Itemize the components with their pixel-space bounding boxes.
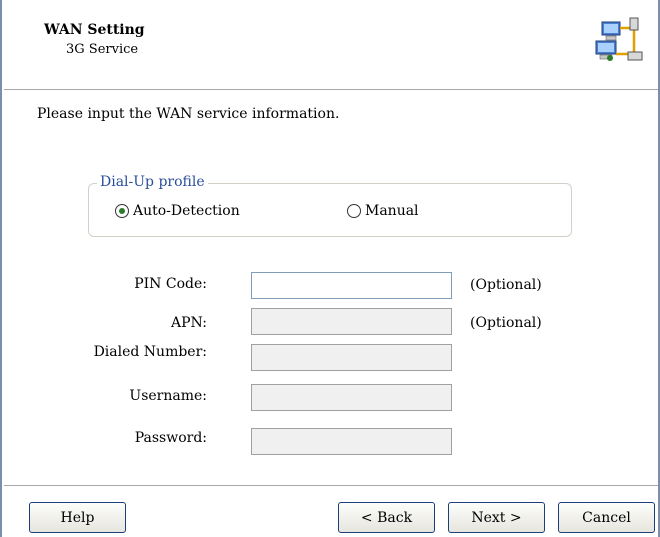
dialed-number-input[interactable] (251, 344, 452, 371)
pin-code-optional-note: (Optional) (470, 277, 542, 293)
pin-code-label: PIN Code: (134, 276, 207, 292)
apn-optional-note: (Optional) (470, 315, 542, 331)
username-input[interactable] (251, 384, 452, 411)
help-button[interactable]: Help (29, 502, 126, 533)
cancel-button[interactable]: Cancel (558, 502, 655, 533)
page-subtitle: 3G Service (66, 42, 139, 57)
radio-unchecked-icon (347, 204, 361, 218)
password-label: Password: (134, 430, 207, 446)
network-computers-icon (595, 17, 643, 61)
manual-radio[interactable]: Manual (347, 203, 419, 219)
dialed-number-label: Dialed Number: (93, 344, 207, 360)
username-label: Username: (129, 388, 207, 404)
auto-detection-radio[interactable]: Auto-Detection (115, 203, 240, 219)
apn-label: APN: (171, 315, 207, 331)
password-input[interactable] (251, 428, 452, 455)
intro-text: Please input the WAN service information… (37, 106, 340, 122)
auto-detection-label: Auto-Detection (133, 203, 240, 219)
wizard-header: WAN Setting 3G Service (4, 0, 658, 90)
next-button[interactable]: Next > (448, 502, 545, 533)
apn-input[interactable] (251, 308, 452, 335)
manual-label: Manual (365, 203, 419, 219)
pin-code-input[interactable] (251, 272, 452, 299)
radio-checked-icon (115, 204, 129, 218)
wizard-window: WAN Setting 3G Service Please input the … (0, 0, 660, 537)
dialup-profile-legend: Dial-Up profile (97, 174, 208, 190)
back-button[interactable]: < Back (338, 502, 435, 533)
page-title: WAN Setting (44, 22, 145, 38)
